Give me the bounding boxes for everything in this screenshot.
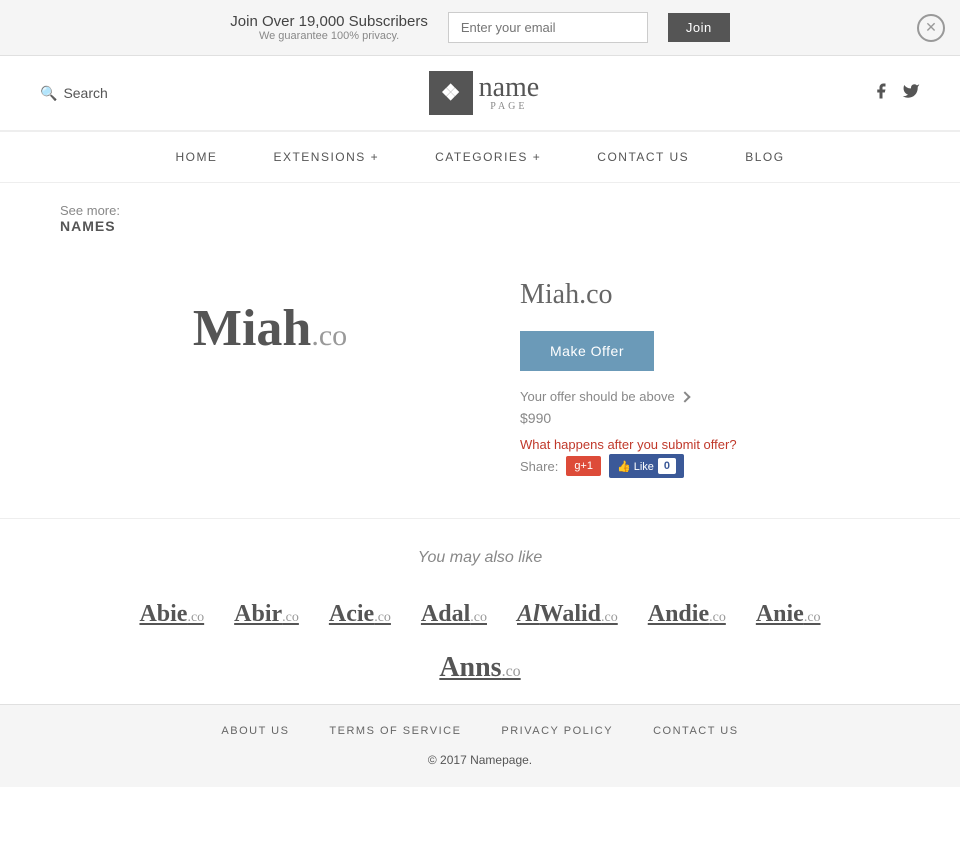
logo-area: ❖ namePAGE [429, 71, 540, 115]
footer-link-about[interactable]: ABOUT US [221, 725, 289, 737]
also-like-bottom-row: Anns.co [60, 652, 900, 684]
fb-like-label: 👍 Like [617, 460, 654, 473]
join-button[interactable]: Join [668, 13, 730, 42]
similar-domain-adal[interactable]: Adal.co [411, 597, 497, 632]
search-label: Search [63, 85, 107, 101]
what-happens-link[interactable]: What happens after you submit offer? [520, 437, 737, 452]
nav-item-extensions[interactable]: EXTENSIONS + [245, 132, 407, 182]
domain-full-name: Miah.co [520, 279, 900, 311]
fb-like-count: 0 [658, 458, 676, 474]
domain-logo-area: Miah.co [60, 259, 480, 398]
footer-link-contact[interactable]: CONTACT US [653, 725, 739, 737]
main-nav: HOME EXTENSIONS + CATEGORIES + CONTACT U… [0, 131, 960, 183]
similar-domain-abir[interactable]: Abir.co [224, 597, 309, 632]
make-offer-button[interactable]: Make Offer [520, 331, 654, 371]
footer-link-terms[interactable]: TERMS OF SERVICE [329, 725, 461, 737]
similar-domain-anie[interactable]: Anie.co [746, 597, 831, 632]
similar-domain-acie[interactable]: Acie.co [319, 597, 401, 632]
see-more-label: See more: [60, 203, 120, 218]
logo-icon-box: ❖ [429, 71, 473, 115]
banner-text: Join Over 19,000 Subscribers We guarante… [230, 13, 428, 42]
share-label: Share: [520, 459, 558, 474]
similar-domain-anns[interactable]: Anns.co [429, 648, 530, 687]
twitter-bird-icon[interactable] [902, 82, 920, 105]
share-row: Share: g+1 👍 Like 0 [520, 454, 900, 478]
twitter-icon[interactable] [872, 82, 890, 105]
also-like-grid: Abie.co Abir.co Acie.co Adal.co AlWalid.… [60, 597, 900, 632]
search-icon: 🔍 [40, 85, 57, 102]
footer: ABOUT US TERMS OF SERVICE PRIVACY POLICY… [0, 704, 960, 787]
main-content: Miah.co Miah.co Make Offer Your offer sh… [0, 239, 960, 518]
logo-link[interactable]: ❖ namePAGE [429, 71, 540, 115]
similar-domain-abie[interactable]: Abie.co [129, 597, 214, 632]
chevron-right-icon [679, 391, 690, 402]
domain-logo-display: Miah.co [193, 299, 347, 358]
nav-item-categories[interactable]: CATEGORIES + [407, 132, 569, 182]
email-input[interactable] [448, 12, 648, 43]
also-like-title: You may also like [60, 549, 900, 567]
domain-tld-part: .co [311, 319, 347, 352]
nav-item-contact[interactable]: CONTACT US [569, 132, 717, 182]
banner-subline: We guarantee 100% privacy. [230, 30, 428, 42]
similar-domain-andie[interactable]: Andie.co [638, 597, 736, 632]
footer-copyright: © 2017 Namepage. [40, 753, 920, 767]
facebook-like-button[interactable]: 👍 Like 0 [609, 454, 684, 478]
banner-headline: Join Over 19,000 Subscribers [230, 13, 428, 30]
similar-domain-alwalid[interactable]: AlWalid.co [507, 597, 628, 632]
logo-text: namePAGE [473, 74, 540, 112]
offer-amount: $990 [520, 410, 900, 426]
nav-item-blog[interactable]: BLOG [717, 132, 812, 182]
domain-info: Miah.co Make Offer Your offer should be … [520, 259, 900, 478]
domain-name-part: Miah [193, 300, 311, 357]
header: 🔍 Search ❖ namePAGE  [0, 56, 960, 131]
breadcrumb: See more: NAMES [0, 183, 960, 239]
social-icons:  [860, 82, 920, 105]
names-link[interactable]: NAMES [60, 218, 900, 234]
close-banner-button[interactable]: ✕ [917, 14, 945, 42]
footer-links: ABOUT US TERMS OF SERVICE PRIVACY POLICY… [40, 725, 920, 737]
offer-info-text: Your offer should be above [520, 389, 900, 404]
google-plus-button[interactable]: g+1 [566, 456, 601, 476]
also-like-section: You may also like Abie.co Abir.co Acie.c… [0, 518, 960, 704]
footer-link-privacy[interactable]: PRIVACY POLICY [501, 725, 613, 737]
search-area[interactable]: 🔍 Search [40, 85, 108, 102]
top-banner: Join Over 19,000 Subscribers We guarante… [0, 0, 960, 56]
nav-item-home[interactable]: HOME [147, 132, 245, 182]
